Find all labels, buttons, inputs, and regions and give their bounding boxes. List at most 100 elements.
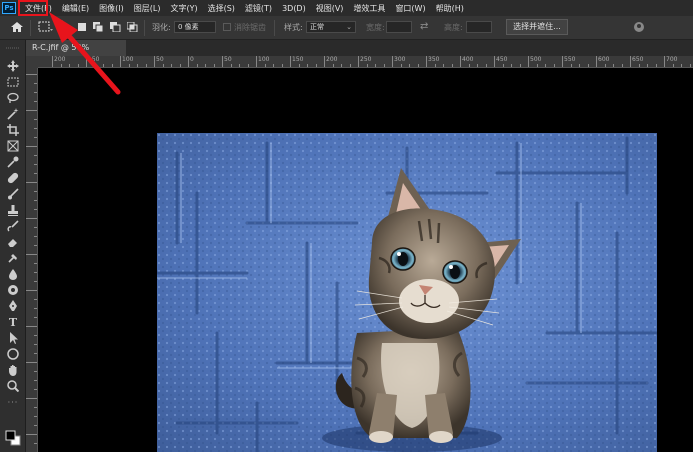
select-and-mask-button[interactable]: 选择并遮住... — [506, 19, 568, 35]
horizontal-ruler[interactable]: 200 150 100 50 0 50 100 150 200 250 300 350 400 450 50… — [38, 56, 693, 68]
ruler-minor-tick — [689, 64, 691, 67]
move-icon[interactable] — [4, 59, 22, 73]
gradient-icon[interactable] — [4, 251, 22, 265]
ruler-minor-tick — [94, 64, 96, 67]
ruler-minor-tick — [34, 128, 37, 129]
ruler-major-tick — [630, 56, 631, 67]
brush-icon[interactable] — [4, 187, 22, 201]
ruler-minor-tick — [273, 64, 274, 67]
ruler-label: 200 — [326, 56, 338, 63]
menu-3d[interactable]: 3D(D) — [277, 4, 311, 13]
ruler-minor-tick — [26, 218, 37, 219]
height-label: 高度: — [444, 23, 463, 32]
home-icon[interactable] — [10, 21, 24, 35]
eyedropper-icon[interactable] — [4, 155, 22, 169]
vertical-ruler[interactable] — [26, 68, 38, 452]
ruler-label: 550 — [564, 56, 576, 63]
antialias-checkbox[interactable] — [223, 23, 231, 31]
ruler-origin[interactable] — [26, 56, 38, 68]
ruler-minor-tick — [579, 64, 580, 67]
healing-icon[interactable] — [4, 171, 22, 185]
intersect-selection-icon[interactable] — [126, 21, 138, 34]
magic-wand-icon[interactable] — [4, 107, 22, 121]
ruler-minor-tick — [26, 362, 37, 363]
new-selection-icon[interactable] — [78, 23, 86, 31]
zoom-icon[interactable] — [4, 379, 22, 393]
menu-help[interactable]: 帮助(H) — [431, 3, 469, 14]
style-label: 样式: — [284, 23, 303, 32]
ruler-minor-tick — [34, 272, 37, 273]
path-select-icon[interactable] — [4, 331, 22, 345]
ruler-minor-tick — [26, 146, 37, 147]
ruler-label: 300 — [394, 56, 406, 63]
lasso-icon[interactable] — [4, 91, 22, 105]
ruler-minor-tick — [511, 64, 512, 67]
swap-icon[interactable]: ⇄ — [420, 21, 428, 32]
ruler-minor-tick — [264, 64, 266, 67]
color-swatches[interactable] — [4, 429, 22, 447]
menu-image[interactable]: 图像(I) — [94, 3, 129, 14]
subtract-selection-icon[interactable] — [110, 22, 121, 34]
ruler-minor-tick — [239, 64, 240, 67]
style-select-value: 正常 — [310, 23, 324, 31]
menu-filter[interactable]: 滤镜(T) — [240, 3, 277, 14]
ruler-minor-tick — [307, 64, 308, 67]
feather-label: 羽化: — [152, 23, 171, 32]
ruler-minor-tick — [34, 245, 37, 246]
ruler-label: 200 — [54, 56, 66, 63]
menu-window[interactable]: 窗口(W) — [390, 3, 430, 14]
type-icon[interactable]: T — [4, 315, 22, 329]
height-input[interactable] — [466, 21, 492, 33]
ruler-minor-tick — [281, 64, 283, 67]
crop-icon[interactable] — [4, 123, 22, 137]
ruler-minor-tick — [34, 191, 37, 192]
add-selection-icon[interactable] — [93, 22, 104, 34]
width-input[interactable] — [386, 21, 412, 33]
ruler-minor-tick — [502, 64, 504, 67]
shape-icon[interactable] — [4, 347, 22, 361]
history-brush-icon[interactable] — [4, 219, 22, 233]
blur-icon[interactable] — [4, 267, 22, 281]
feather-input[interactable]: 0 像素 — [174, 21, 216, 33]
hand-icon[interactable] — [4, 363, 22, 377]
ruler-minor-tick — [34, 227, 37, 228]
panel-collapse-handle[interactable] — [4, 45, 22, 51]
ruler-label: 350 — [428, 56, 440, 63]
menu-select[interactable]: 选择(S) — [203, 3, 240, 14]
ruler-minor-tick — [34, 173, 37, 174]
stamp-icon[interactable] — [4, 203, 22, 217]
more-tools-icon[interactable]: ··· — [4, 398, 22, 407]
ruler-minor-tick — [468, 64, 470, 67]
menu-edit[interactable]: 编辑(E) — [57, 3, 94, 14]
pen-icon[interactable] — [4, 299, 22, 313]
eraser-icon[interactable] — [4, 235, 22, 249]
menu-view[interactable]: 视图(V) — [311, 3, 349, 14]
marquee-icon[interactable] — [4, 75, 22, 89]
ruler-minor-tick — [103, 64, 104, 67]
ruler-major-tick — [392, 56, 393, 67]
ruler-label: 500 — [530, 56, 542, 63]
ruler-minor-tick — [34, 353, 37, 354]
ruler-minor-tick — [26, 326, 37, 327]
ruler-minor-tick — [60, 64, 62, 67]
ruler-minor-tick — [34, 416, 37, 417]
menu-plugins[interactable]: 增效工具 — [348, 3, 390, 14]
ruler-major-tick — [358, 56, 359, 67]
ruler-minor-tick — [179, 64, 181, 67]
document-tab[interactable]: R-C.jfif @ 50%(RGB/8#) — [26, 40, 126, 68]
ruler-minor-tick — [34, 137, 37, 138]
dodge-icon[interactable] — [4, 283, 22, 297]
search-icon[interactable] — [632, 20, 646, 36]
ruler-minor-tick — [672, 64, 674, 67]
menu-type[interactable]: 文字(Y) — [165, 3, 202, 14]
marquee-tool-preset-icon[interactable] — [38, 21, 54, 35]
menu-layer[interactable]: 图层(L) — [129, 3, 166, 14]
frame-icon[interactable] — [4, 139, 22, 153]
ruler-minor-tick — [34, 155, 37, 156]
ruler-major-tick — [426, 56, 427, 67]
ruler-minor-tick — [34, 371, 37, 372]
style-select[interactable]: 正常 ⌄ — [306, 21, 356, 33]
ruler-minor-tick — [647, 64, 648, 67]
ruler-minor-tick — [34, 425, 37, 426]
ruler-minor-tick — [137, 64, 138, 67]
